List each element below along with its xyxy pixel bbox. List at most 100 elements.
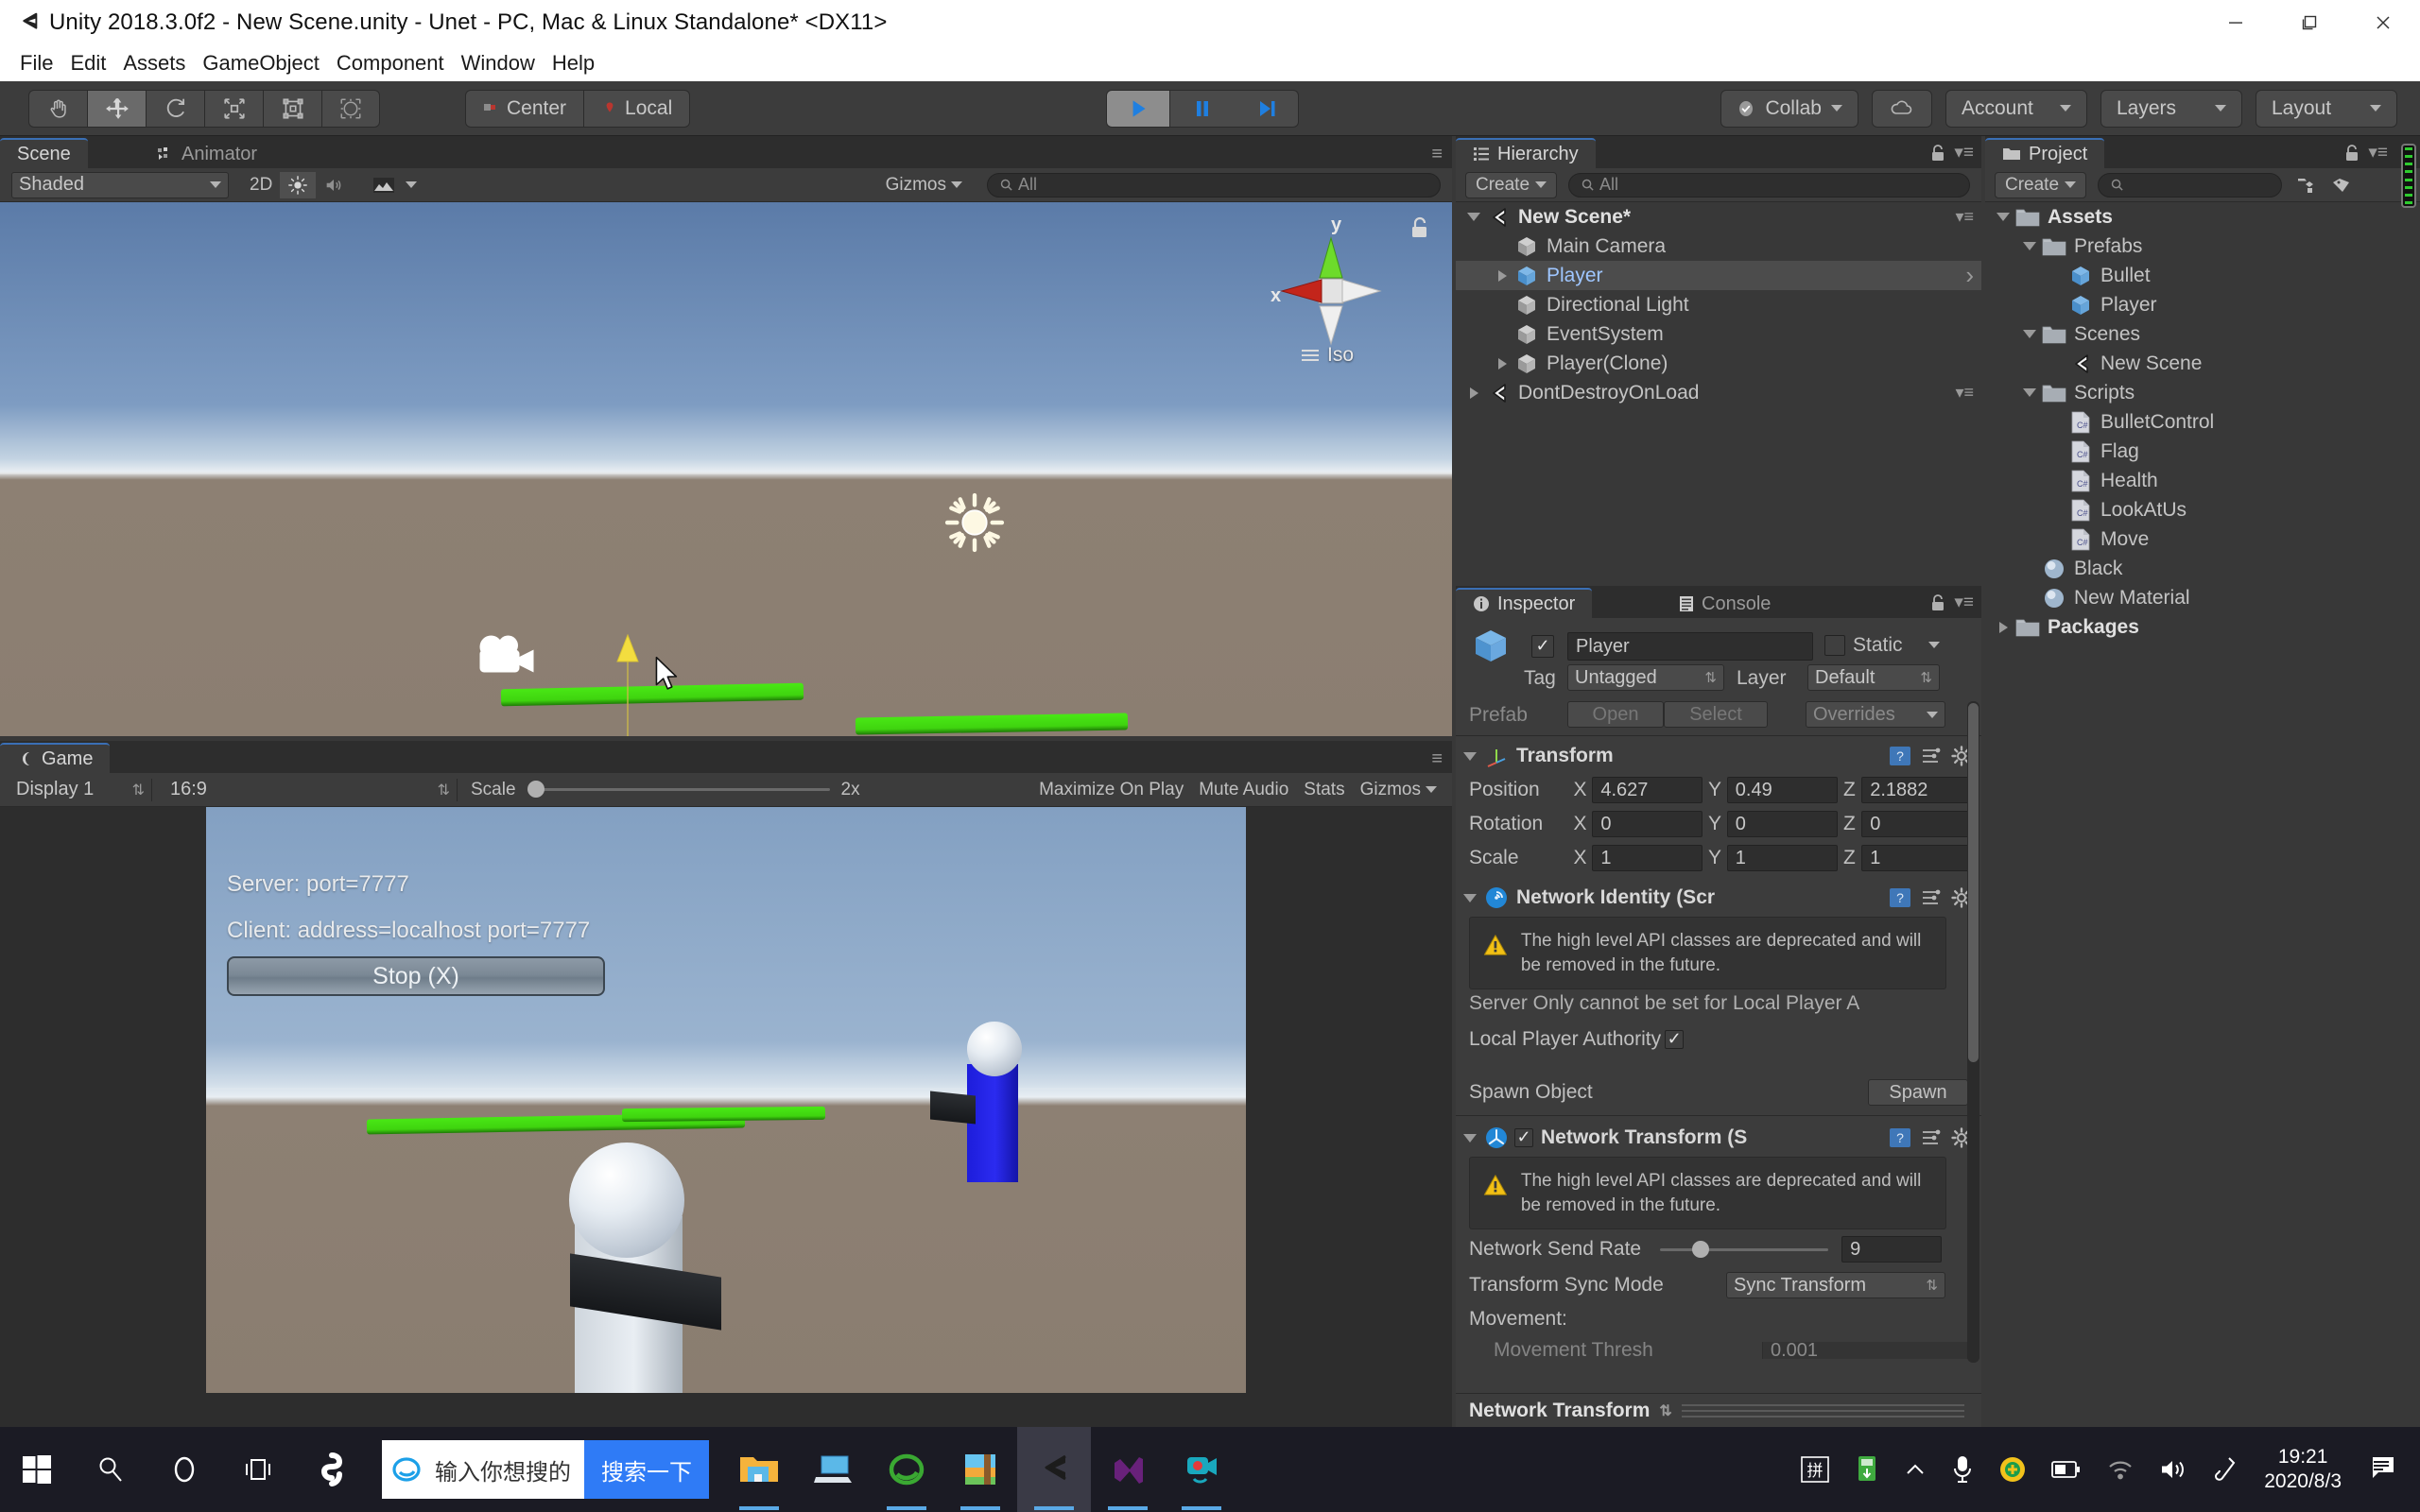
display-dropdown[interactable]: Display 1 ⇅ [9,776,151,803]
gameobject-name-input[interactable]: Player [1567,632,1813,661]
project-panel-menu-button[interactable]: ▾≡ [2368,142,2388,163]
hand-tool-button[interactable] [28,89,87,128]
pivot-mode-button[interactable]: Center [465,89,585,128]
network-identity-header[interactable]: Network Identity (Scr ? [1463,881,1972,915]
preset-icon[interactable] [1921,1127,1942,1148]
expand-toggle[interactable] [1991,213,2015,221]
stats-button[interactable]: Stats [1296,777,1352,803]
row-context-menu-button[interactable]: ▾≡ [1955,207,1974,227]
menu-gameobject[interactable]: GameObject [194,45,328,81]
game-panel-menu-button[interactable]: ≡ [1431,748,1443,770]
taskbar-screen-recorder[interactable] [1165,1427,1238,1512]
tree-row[interactable]: Player › [1456,261,1981,290]
scene-audio-toggle[interactable] [316,172,352,198]
scale-slider[interactable] [527,781,830,798]
transform-scale-x-input[interactable]: 1 [1592,845,1703,871]
tree-row[interactable]: Player [1985,290,2420,319]
battery-indicator[interactable] [2039,1427,2094,1512]
tree-row[interactable]: New Scene* ▾≡ [1456,202,1981,232]
rotate-tool-button[interactable] [146,89,204,128]
start-button[interactable] [0,1427,74,1512]
preset-icon[interactable] [1921,887,1942,908]
aspect-dropdown[interactable]: 16:9 ⇅ [164,776,457,803]
row-context-menu-button[interactable]: ▾≡ [1955,383,1974,403]
directional-light-gizmo-icon[interactable] [942,490,1007,555]
tree-row[interactable]: Assets [1985,202,2420,232]
step-button[interactable] [1235,89,1299,128]
maximize-on-play-button[interactable]: Maximize On Play [1031,777,1191,803]
ime-search-box[interactable]: 输入你想搜的 搜索一下 [382,1440,709,1499]
scene-lighting-toggle[interactable] [280,171,317,198]
tab-game[interactable]: Game [0,743,111,773]
tree-row[interactable]: Prefabs [1985,232,2420,261]
wifi-indicator[interactable] [2094,1427,2147,1512]
hierarchy-tree[interactable]: New Scene* ▾≡ Main Camera Player › Directiona… [1456,202,1981,585]
tree-row[interactable]: New Material [1985,583,2420,612]
game-gizmos-button[interactable]: Gizmos [1353,777,1444,803]
collab-button[interactable]: Collab [1720,89,1858,128]
tab-scene[interactable]: Scene [0,138,88,168]
tab-hierarchy[interactable]: Hierarchy [1456,138,1596,168]
scale-tool-button[interactable] [204,89,263,128]
hierarchy-search-input[interactable]: All [1568,172,1970,198]
help-icon[interactable]: ? [1889,887,1911,908]
project-lock-icon[interactable] [2343,144,2360,163]
static-dropdown-icon[interactable] [1928,642,1940,648]
stop-button[interactable]: Stop (X) [227,956,605,996]
cloud-button[interactable] [1872,89,1932,128]
project-filter-label-button[interactable] [2324,172,2360,198]
tree-row[interactable]: Directional Light [1456,290,1981,319]
tab-animator[interactable]: Animator [140,138,274,168]
inspector-scrollbar[interactable] [1967,701,1979,1363]
scene-search-input[interactable]: All [987,172,1441,198]
tree-row[interactable]: C# Flag [1985,437,2420,466]
prefab-overrides-dropdown[interactable]: Overrides [1806,701,1945,728]
expand-toggle[interactable] [2017,388,2042,397]
move-gizmo[interactable] [490,618,754,736]
tree-row[interactable]: C# LookAtUs [1985,495,2420,524]
project-create-button[interactable]: Create [1995,171,2087,198]
transform-rotation-z-input[interactable]: 0 [1861,811,1972,837]
microphone-indicator[interactable] [1939,1427,1986,1512]
taskbar-clock[interactable]: 19:21 2020/8/3 [2249,1445,2357,1495]
tree-row[interactable]: Scripts [1985,378,2420,407]
network-send-rate-slider[interactable] [1660,1240,1829,1258]
scene-fx-dropdown[interactable] [365,172,424,198]
chevron-right-icon[interactable]: › [1965,261,1974,290]
project-tree[interactable]: Assets Prefabs Bullet Player Scenes New Scene… [1985,202,2420,1427]
network-send-rate-input[interactable]: 9 [1841,1236,1943,1263]
transform-position-x-input[interactable]: 4.627 [1592,777,1703,803]
menu-file[interactable]: File [11,45,61,81]
collapse-triangle-icon[interactable] [1463,893,1477,902]
taskbar-file-explorer[interactable] [722,1427,796,1512]
help-icon[interactable]: ? [1889,746,1911,766]
collapse-triangle-icon[interactable] [1463,751,1477,761]
network-transform-header[interactable]: Network Transform (S ? [1463,1121,1972,1155]
taskbar-remote-desktop[interactable] [796,1427,870,1512]
layers-button[interactable]: Layers [2100,89,2242,128]
layer-dropdown[interactable]: Default ⇅ [1807,664,1940,691]
transform-tool-button[interactable] [321,89,380,128]
transform-sync-mode-dropdown[interactable]: Sync Transform ⇅ [1726,1272,1945,1298]
transform-position-z-input[interactable]: 2.1882 [1861,777,1972,803]
taskbar-ie-browser[interactable] [870,1427,943,1512]
expand-toggle[interactable] [2017,242,2042,250]
sogou-ime-button[interactable] [295,1427,369,1512]
taskbar-unity-editor[interactable] [1017,1427,1091,1512]
scene-viewport[interactable]: y x Iso [0,202,1452,736]
tab-project[interactable]: Project [1985,138,2105,168]
project-filter-type-button[interactable] [2288,172,2324,198]
taskbar-visual-studio[interactable] [1091,1427,1165,1512]
tree-row[interactable]: New Scene [1985,349,2420,378]
static-checkbox[interactable] [1824,635,1845,656]
tree-row[interactable]: Black [1985,554,2420,583]
inspector-lock-icon[interactable] [1929,593,1946,612]
hierarchy-lock-icon[interactable] [1929,144,1946,163]
volume-indicator[interactable] [2147,1427,2200,1512]
tree-row[interactable]: C# Move [1985,524,2420,554]
menu-help[interactable]: Help [544,45,603,81]
game-viewport[interactable]: Server: port=7777 Client: address=localh… [206,807,1246,1393]
tree-row[interactable]: Main Camera [1456,232,1981,261]
transform-scale-y-input[interactable]: 1 [1726,845,1838,871]
expand-toggle[interactable] [1461,387,1486,399]
